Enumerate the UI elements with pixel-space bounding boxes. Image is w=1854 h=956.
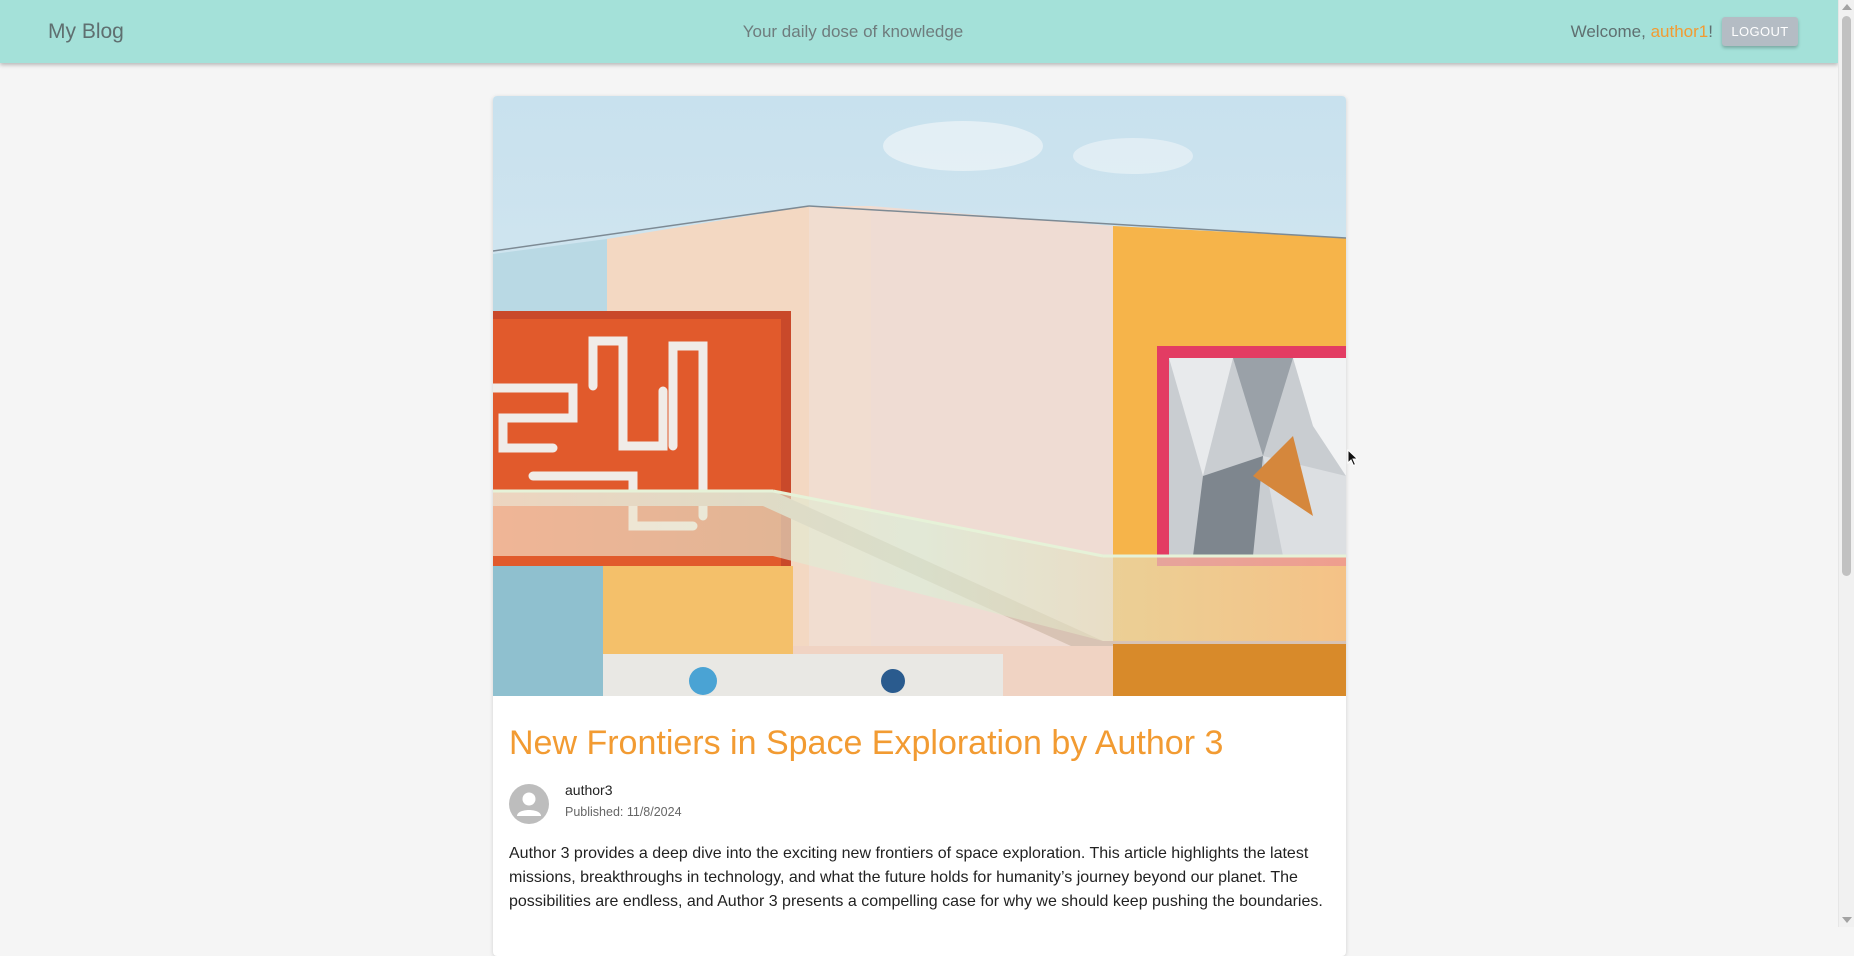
mouse-cursor-icon (1347, 449, 1359, 467)
welcome-message: Welcome, author1! (1571, 22, 1713, 42)
post-cover-image[interactable] (493, 96, 1346, 696)
post-excerpt: Author 3 provides a deep dive into the e… (509, 845, 1323, 910)
welcome-prefix: Welcome, (1570, 22, 1651, 41)
person-icon (509, 784, 549, 824)
post-published-date: Published: 11/8/2024 (565, 805, 682, 819)
welcome-username: author1 (1650, 22, 1709, 41)
app-header: My Blog Your daily dose of knowledge Wel… (0, 0, 1838, 63)
scrollbar-thumb[interactable] (1842, 16, 1851, 576)
scroll-down-arrow-icon[interactable] (1842, 917, 1852, 923)
post-card: New Frontiers in Space Exploration by Au… (493, 96, 1346, 956)
tagline: Your daily dose of knowledge (742, 22, 964, 41)
page-scrollbar[interactable] (1838, 0, 1854, 927)
welcome-suffix: ! (1708, 22, 1713, 41)
post-title[interactable]: New Frontiers in Space Exploration by Au… (509, 724, 1223, 763)
post-author: author3 (565, 782, 613, 798)
scroll-up-arrow-icon[interactable] (1842, 4, 1852, 10)
logout-button[interactable]: LOGOUT (1722, 17, 1798, 46)
avatar-silhouette-icon (517, 792, 541, 816)
